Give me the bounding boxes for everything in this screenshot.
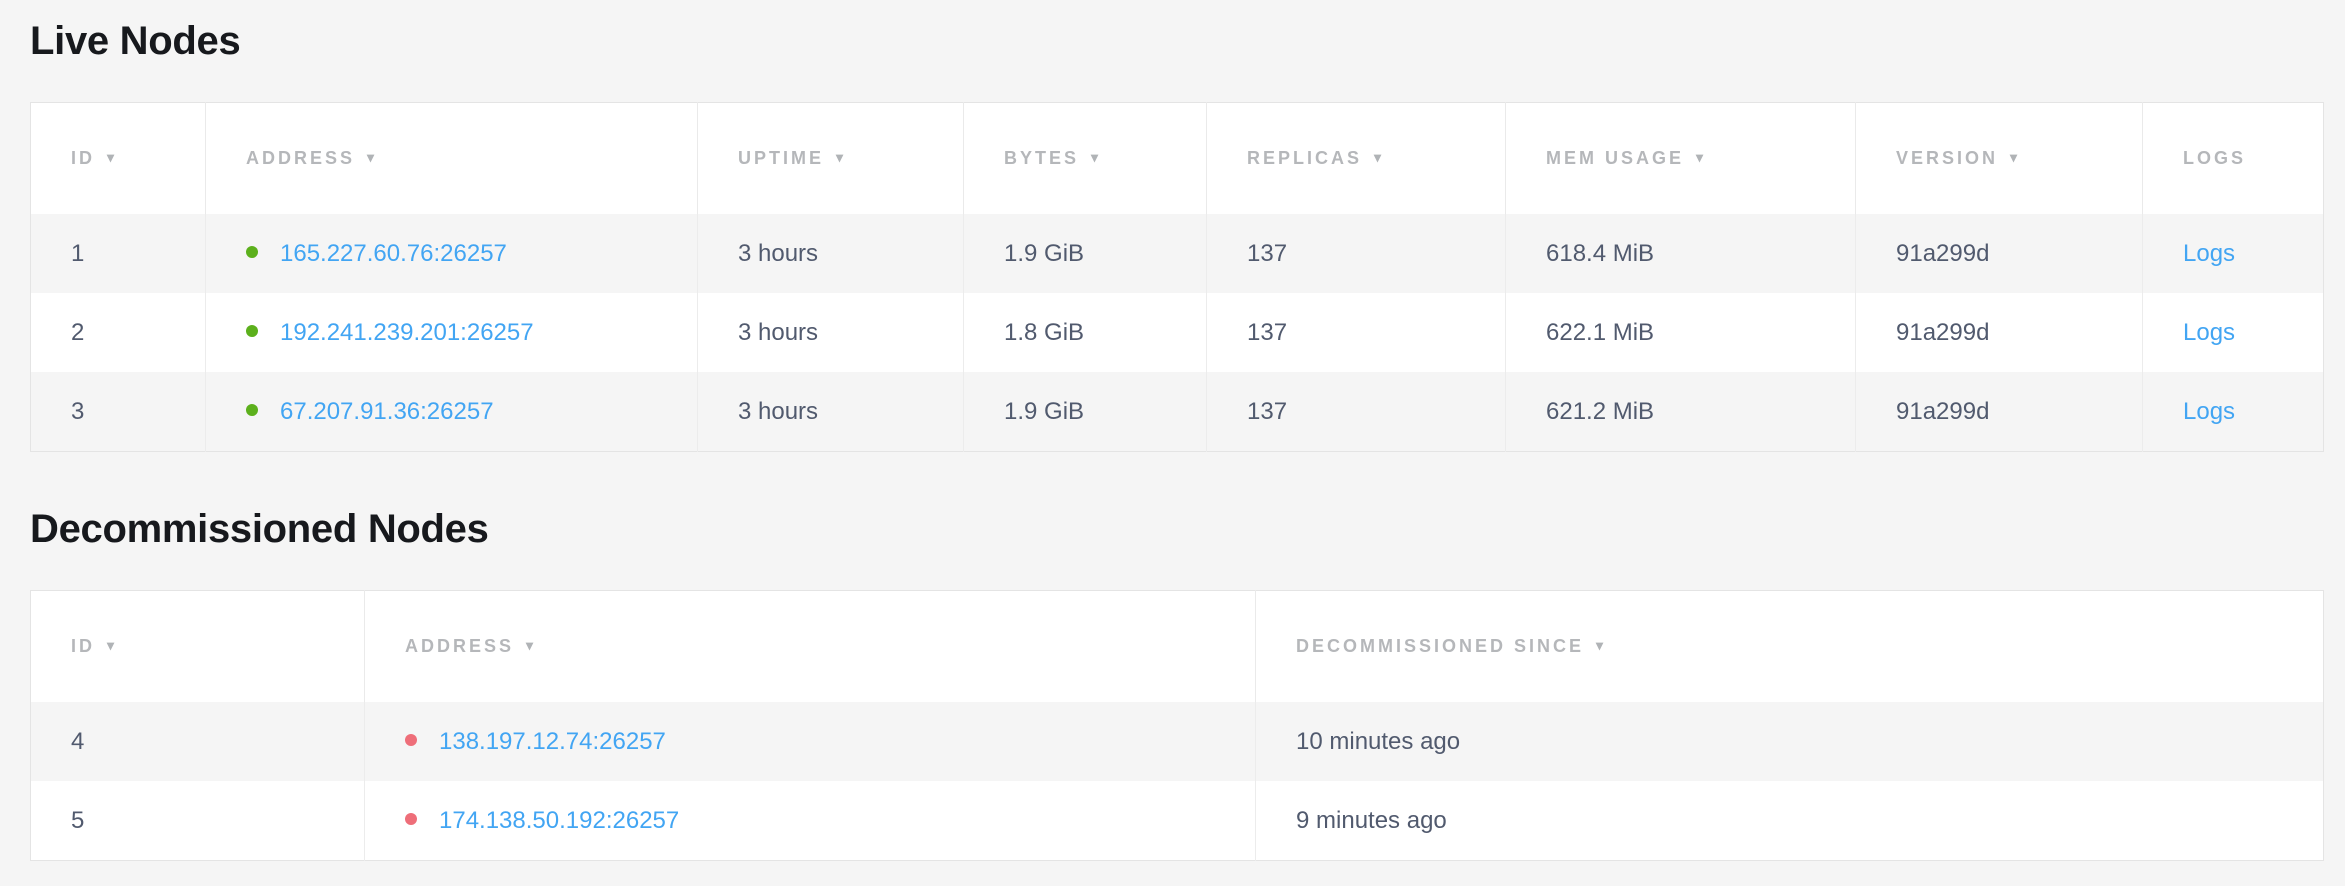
decommissioned-status-icon <box>405 813 417 825</box>
node-logs-link[interactable]: Logs <box>2183 398 2235 425</box>
node-address-cell: 192.241.239.201:26257 <box>206 293 698 372</box>
node-logs-cell: Logs <box>2143 293 2324 372</box>
col-header-id[interactable]: ID ▾ <box>31 103 206 215</box>
col-header-label: ADDRESS <box>405 636 514 656</box>
node-logs-cell: Logs <box>2143 214 2324 293</box>
col-header-address[interactable]: ADDRESS ▾ <box>365 591 1256 703</box>
sort-arrow-icon: ▾ <box>836 149 843 166</box>
node-mem-usage-cell: 622.1 MiB <box>1506 293 1856 372</box>
node-uptime-cell: 3 hours <box>698 372 964 452</box>
table-row: 2 192.241.239.201:26257 3 hours 1.8 GiB … <box>31 293 2324 372</box>
col-header-label: UPTIME <box>738 148 824 168</box>
node-replicas-cell: 137 <box>1207 372 1506 452</box>
node-id-cell: 5 <box>31 781 365 861</box>
node-logs-cell: Logs <box>2143 372 2324 452</box>
sort-arrow-icon: ▾ <box>1091 149 1098 166</box>
live-nodes-title: Live Nodes <box>30 20 2323 62</box>
node-address-link[interactable]: 165.227.60.76:26257 <box>280 240 507 267</box>
sort-arrow-icon: ▾ <box>1696 149 1703 166</box>
col-header-address[interactable]: ADDRESS ▾ <box>206 103 698 215</box>
sort-arrow-icon: ▾ <box>367 149 374 166</box>
node-address-cell: 174.138.50.192:26257 <box>365 781 1256 861</box>
col-header-label: BYTES <box>1004 148 1079 168</box>
node-address-cell: 67.207.91.36:26257 <box>206 372 698 452</box>
nodes-page: Live Nodes ID ▾ ADDRESS ▾ UPTIME ▾ <box>0 0 2345 886</box>
node-address-cell: 138.197.12.74:26257 <box>365 702 1256 781</box>
col-header-label: ID <box>71 148 95 168</box>
node-id-cell: 4 <box>31 702 365 781</box>
col-header-replicas[interactable]: REPLICAS ▾ <box>1207 103 1506 215</box>
node-decommissioned-since-cell: 9 minutes ago <box>1256 781 2324 861</box>
live-status-icon <box>246 325 258 337</box>
col-header-label: VERSION <box>1896 148 1998 168</box>
live-nodes-header-row: ID ▾ ADDRESS ▾ UPTIME ▾ BYTES ▾ REPLICAS ▾ <box>31 103 2324 215</box>
node-replicas-cell: 137 <box>1207 293 1506 372</box>
table-row: 5 174.138.50.192:26257 9 minutes ago <box>31 781 2324 861</box>
sort-arrow-icon: ▾ <box>2010 149 2017 166</box>
node-replicas-cell: 137 <box>1207 214 1506 293</box>
col-header-bytes[interactable]: BYTES ▾ <box>964 103 1207 215</box>
sort-arrow-icon: ▾ <box>1596 637 1603 654</box>
col-header-label: LOGS <box>2183 148 2246 168</box>
sort-arrow-icon: ▾ <box>107 149 114 166</box>
node-logs-link[interactable]: Logs <box>2183 319 2235 346</box>
sort-arrow-icon: ▾ <box>107 637 114 654</box>
node-address-link[interactable]: 67.207.91.36:26257 <box>280 398 494 425</box>
node-id-cell: 2 <box>31 293 206 372</box>
col-header-id[interactable]: ID ▾ <box>31 591 365 703</box>
decommissioned-nodes-table: ID ▾ ADDRESS ▾ DECOMMISSIONED SINCE ▾ 4 138… <box>30 590 2324 861</box>
live-status-icon <box>246 404 258 416</box>
node-logs-link[interactable]: Logs <box>2183 240 2235 267</box>
node-address-cell: 165.227.60.76:26257 <box>206 214 698 293</box>
col-header-label: REPLICAS <box>1247 148 1362 168</box>
col-header-logs: LOGS <box>2143 103 2324 215</box>
table-row: 1 165.227.60.76:26257 3 hours 1.9 GiB 13… <box>31 214 2324 293</box>
sort-arrow-icon: ▾ <box>526 637 533 654</box>
col-header-decommissioned-since[interactable]: DECOMMISSIONED SINCE ▾ <box>1256 591 2324 703</box>
col-header-label: DECOMMISSIONED SINCE <box>1296 636 1584 656</box>
node-id-cell: 1 <box>31 214 206 293</box>
node-id-cell: 3 <box>31 372 206 452</box>
node-uptime-cell: 3 hours <box>698 293 964 372</box>
decommissioned-nodes-section: Decommissioned Nodes ID ▾ ADDRESS ▾ DECOMM… <box>30 508 2323 861</box>
live-nodes-table: ID ▾ ADDRESS ▾ UPTIME ▾ BYTES ▾ REPLICAS ▾ <box>30 102 2324 452</box>
node-bytes-cell: 1.9 GiB <box>964 214 1207 293</box>
sort-arrow-icon: ▾ <box>1374 149 1381 166</box>
node-version-cell: 91a299d <box>1856 372 2143 452</box>
node-address-link[interactable]: 174.138.50.192:26257 <box>439 807 679 834</box>
node-uptime-cell: 3 hours <box>698 214 964 293</box>
node-mem-usage-cell: 618.4 MiB <box>1506 214 1856 293</box>
table-row: 3 67.207.91.36:26257 3 hours 1.9 GiB 137… <box>31 372 2324 452</box>
node-bytes-cell: 1.8 GiB <box>964 293 1207 372</box>
node-bytes-cell: 1.9 GiB <box>964 372 1207 452</box>
col-header-label: ADDRESS <box>246 148 355 168</box>
node-address-link[interactable]: 192.241.239.201:26257 <box>280 319 534 346</box>
node-version-cell: 91a299d <box>1856 293 2143 372</box>
node-address-link[interactable]: 138.197.12.74:26257 <box>439 728 666 755</box>
col-header-label: ID <box>71 636 95 656</box>
node-version-cell: 91a299d <box>1856 214 2143 293</box>
node-decommissioned-since-cell: 10 minutes ago <box>1256 702 2324 781</box>
node-mem-usage-cell: 621.2 MiB <box>1506 372 1856 452</box>
col-header-version[interactable]: VERSION ▾ <box>1856 103 2143 215</box>
col-header-mem-usage[interactable]: MEM USAGE ▾ <box>1506 103 1856 215</box>
decommissioned-nodes-title: Decommissioned Nodes <box>30 508 2323 550</box>
col-header-uptime[interactable]: UPTIME ▾ <box>698 103 964 215</box>
live-status-icon <box>246 246 258 258</box>
live-nodes-section: Live Nodes ID ▾ ADDRESS ▾ UPTIME ▾ <box>30 20 2323 452</box>
table-row: 4 138.197.12.74:26257 10 minutes ago <box>31 702 2324 781</box>
decommissioned-status-icon <box>405 734 417 746</box>
decommissioned-nodes-header-row: ID ▾ ADDRESS ▾ DECOMMISSIONED SINCE ▾ <box>31 591 2324 703</box>
col-header-label: MEM USAGE <box>1546 148 1684 168</box>
